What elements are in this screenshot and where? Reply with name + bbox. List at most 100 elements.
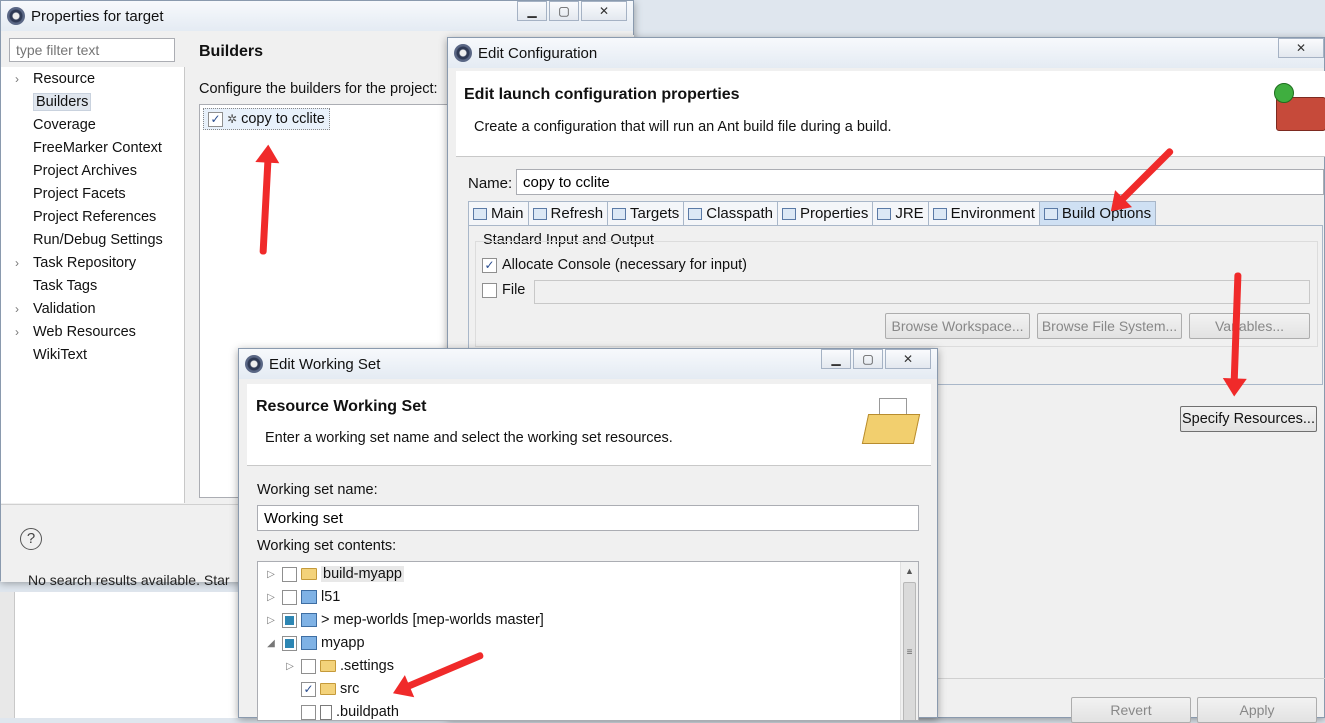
file-checkbox[interactable] [482, 282, 497, 298]
scroll-thumb[interactable]: ≡ [903, 582, 916, 720]
nav-item[interactable]: › Validation [15, 298, 96, 320]
tree-item-label: .settings [340, 658, 394, 674]
background-scroll [0, 592, 14, 718]
nav-item[interactable]: Builders [15, 91, 92, 113]
expand-chevron-icon[interactable]: › [15, 302, 33, 316]
resource-tree: ▷ build-myapp ▷ l51 ▷ > mep-worlds [mep-world… [257, 561, 919, 721]
specify-resources-button[interactable]: Specify Resources... [1180, 406, 1317, 432]
apply-button[interactable]: Apply [1197, 697, 1317, 723]
tree-item-checkbox[interactable]: ✓ [301, 681, 316, 697]
tree-item-checkbox[interactable] [282, 566, 297, 582]
maximize-button[interactable]: ▢ [853, 349, 883, 369]
tab-refresh[interactable]: Refresh [527, 201, 609, 225]
minimize-button[interactable]: ▁ [821, 349, 851, 369]
tree-item-checkbox[interactable] [282, 589, 297, 605]
tree-item[interactable]: ▷ > mep-worlds [mep-worlds master] [264, 609, 544, 631]
expand-chevron-icon[interactable]: › [15, 256, 33, 270]
tab-label: Refresh [550, 205, 604, 222]
expand-chevron-icon[interactable]: › [15, 72, 33, 86]
nav-item[interactable]: WikiText [15, 344, 87, 366]
expand-toggle-icon[interactable]: ▷ [264, 615, 278, 626]
tab-icon [473, 207, 487, 220]
allocate-console-row[interactable]: ✓ Allocate Console (necessary for input) [482, 257, 747, 273]
builder-item[interactable]: ✓ ✲ copy to cclite [203, 108, 330, 130]
tab-jre[interactable]: JRE [872, 201, 929, 225]
nav-item[interactable]: › Resource [15, 68, 95, 90]
working-set-title: Edit Working Set [269, 355, 381, 373]
expand-toggle-icon[interactable]: ▷ [264, 569, 278, 580]
nav-item[interactable]: › Task Repository [15, 252, 136, 274]
tree-item[interactable]: ✓ src [264, 678, 359, 700]
nav-item[interactable]: Project References [15, 206, 156, 228]
tree-item[interactable]: .buildpath [264, 701, 399, 720]
allocate-console-checkbox[interactable]: ✓ [482, 257, 497, 273]
expand-chevron-icon[interactable]: › [15, 325, 33, 339]
browse-workspace-button[interactable]: Browse Workspace... [885, 313, 1030, 339]
tree-item-checkbox[interactable] [301, 704, 316, 720]
nav-item[interactable]: › Web Resources [15, 321, 136, 343]
nav-item-label: Run/Debug Settings [33, 232, 163, 248]
nav-item[interactable]: Project Facets [15, 183, 126, 205]
filter-input[interactable] [9, 38, 175, 62]
edit-config-title: Edit Configuration [478, 44, 598, 62]
nav-item[interactable]: FreeMarker Context [15, 137, 162, 159]
folder-icon [320, 683, 336, 695]
variables-button[interactable]: Variables... [1189, 313, 1310, 339]
nav-item-label: FreeMarker Context [33, 140, 162, 156]
tab-targets[interactable]: Targets [607, 201, 685, 225]
tree-item-label: l51 [321, 589, 341, 605]
close-button[interactable]: ✕ [1278, 38, 1324, 58]
edit-config-titlebar: Edit Configuration ✕ [448, 38, 1324, 68]
nav-item[interactable]: Run/Debug Settings [15, 229, 163, 251]
tab-environment[interactable]: Environment [927, 201, 1040, 225]
expand-toggle-icon[interactable]: ▷ [283, 661, 297, 672]
edit-config-header: Edit launch configuration properties Cre… [456, 71, 1325, 157]
tab-build-options[interactable]: Build Options [1038, 201, 1157, 225]
tree-item[interactable]: ◢ myapp [264, 632, 364, 654]
nav-item[interactable]: Coverage [15, 114, 96, 136]
tab-main[interactable]: Main [468, 201, 529, 225]
builder-item-label: copy to cclite [241, 111, 325, 127]
eclipse-icon [454, 44, 472, 62]
close-button[interactable]: ✕ [885, 349, 931, 369]
tree-item-checkbox[interactable] [301, 658, 316, 674]
minimize-button[interactable]: ▁ [517, 1, 547, 21]
tree-item[interactable]: ▷ build-myapp [264, 563, 404, 585]
nav-item[interactable]: Project Archives [15, 160, 137, 182]
tree-item[interactable]: ▷ l51 [264, 586, 340, 608]
working-set-header-desc: Enter a working set name and select the … [265, 430, 673, 446]
tab-label: Targets [630, 205, 680, 222]
browse-filesystem-button[interactable]: Browse File System... [1037, 313, 1182, 339]
nav-item[interactable]: Task Tags [15, 275, 97, 297]
project-icon [301, 636, 317, 650]
nav-item-label: Project Facets [33, 186, 126, 202]
tree-item-label: build-myapp [321, 566, 404, 582]
tree-item[interactable]: ▷ .settings [264, 655, 394, 677]
tree-item-checkbox[interactable] [282, 612, 297, 628]
edit-config-header-desc: Create a configuration that will run an … [474, 119, 892, 135]
tab-label: Environment [950, 205, 1035, 222]
eclipse-icon [7, 7, 25, 25]
revert-button[interactable]: Revert [1071, 697, 1191, 723]
folder-icon [301, 568, 317, 580]
nav-item-label: WikiText [33, 347, 87, 363]
scroll-up-icon[interactable]: ▲ [901, 562, 918, 580]
nav-item-label: Builders [33, 93, 92, 111]
tab-classpath[interactable]: Classpath [683, 201, 778, 225]
tab-label: Main [491, 205, 524, 222]
builders-page-title: Builders [199, 43, 264, 60]
working-set-name-input[interactable] [257, 505, 919, 531]
builders-description: Configure the builders for the project: [199, 81, 438, 97]
file-row[interactable]: File [482, 282, 525, 298]
tree-item-checkbox[interactable] [282, 635, 297, 651]
help-icon[interactable]: ? [20, 528, 42, 550]
config-name-input[interactable] [516, 169, 1324, 195]
tab-properties[interactable]: Properties [776, 201, 874, 225]
maximize-button[interactable]: ▢ [549, 1, 579, 21]
expand-toggle-icon[interactable]: ▷ [264, 592, 278, 603]
close-button[interactable]: ✕ [581, 1, 627, 21]
tree-scrollbar[interactable]: ▲ ≡ [900, 562, 918, 720]
builder-checkbox[interactable]: ✓ [208, 111, 223, 127]
file-label: File [502, 282, 526, 298]
expand-toggle-icon[interactable]: ◢ [264, 638, 278, 649]
